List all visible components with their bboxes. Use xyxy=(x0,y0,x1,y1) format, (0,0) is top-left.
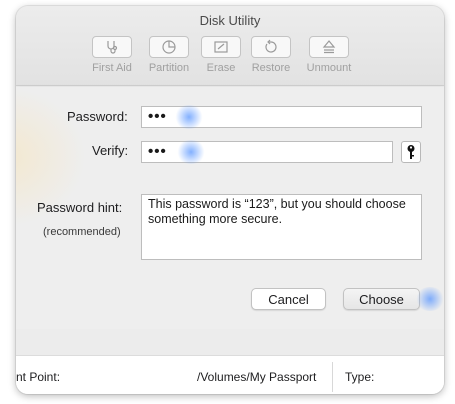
touch-indicator xyxy=(174,105,204,129)
key-icon xyxy=(407,145,415,159)
restore-icon xyxy=(265,39,277,53)
mount-point-value: /Volumes/My Passport xyxy=(197,370,317,384)
password-sheet: Password: ••• Verify: ••• Password hint:… xyxy=(16,87,444,329)
window-title: Disk Utility xyxy=(199,13,261,28)
type-label: Type: xyxy=(345,370,375,384)
choose-button[interactable]: Choose xyxy=(343,288,420,310)
disk-utility-window: Disk Utility First Aid Partition Erase R… xyxy=(16,6,444,394)
unmount-button[interactable]: Unmount xyxy=(298,36,360,74)
pie-chart-icon xyxy=(162,40,176,54)
password-label: Password: xyxy=(67,109,128,124)
hint-label: Password hint: xyxy=(37,200,123,215)
cancel-button[interactable]: Cancel xyxy=(251,288,326,310)
touch-indicator xyxy=(415,287,444,311)
restore-button[interactable]: Restore xyxy=(240,36,302,74)
verify-value: ••• xyxy=(148,143,167,160)
info-panel: nt Point: /Volumes/My Passport Type: xyxy=(16,329,444,394)
verify-label: Verify: xyxy=(92,143,129,158)
password-hint-field[interactable]: This password is “123”, but you should c… xyxy=(141,194,422,260)
erase-icon xyxy=(214,41,228,53)
password-value: ••• xyxy=(148,108,167,125)
mount-point-label: nt Point: xyxy=(16,370,61,384)
hint-sublabel: (recommended) xyxy=(43,226,121,238)
password-assistant-button[interactable] xyxy=(401,141,421,163)
info-table: nt Point: /Volumes/My Passport Type: xyxy=(16,355,444,394)
first-aid-button[interactable]: First Aid xyxy=(81,36,143,74)
stethoscope-icon xyxy=(107,41,118,54)
toolbar: Disk Utility First Aid Partition Erase R… xyxy=(16,6,444,86)
eject-icon xyxy=(322,40,336,54)
touch-indicator xyxy=(176,140,206,164)
